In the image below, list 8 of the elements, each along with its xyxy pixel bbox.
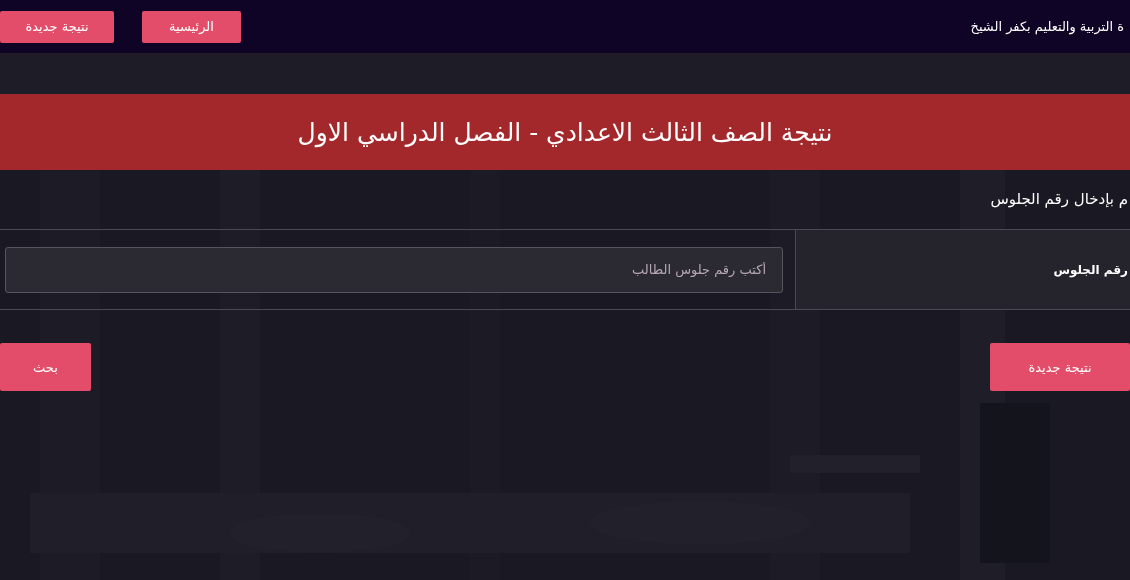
instruction-text: م بإدخال رقم الجلوس: [989, 190, 1128, 210]
new-result-button[interactable]: نتيجة جديدة: [990, 343, 1130, 391]
nav-button[interactable]: الرئيسية: [142, 10, 241, 43]
nav-button[interactable]: نتيجة جديدة: [0, 10, 114, 43]
field-label: رقم الجلوس: [1053, 262, 1128, 277]
search-button[interactable]: بحث: [0, 343, 91, 391]
page-title: نتيجة الصف الثالث الاعدادي - الفصل الدراسي الاول: [297, 117, 833, 147]
site-title: ة التربية والتعليم بكفر الشيخ: [970, 19, 1124, 34]
